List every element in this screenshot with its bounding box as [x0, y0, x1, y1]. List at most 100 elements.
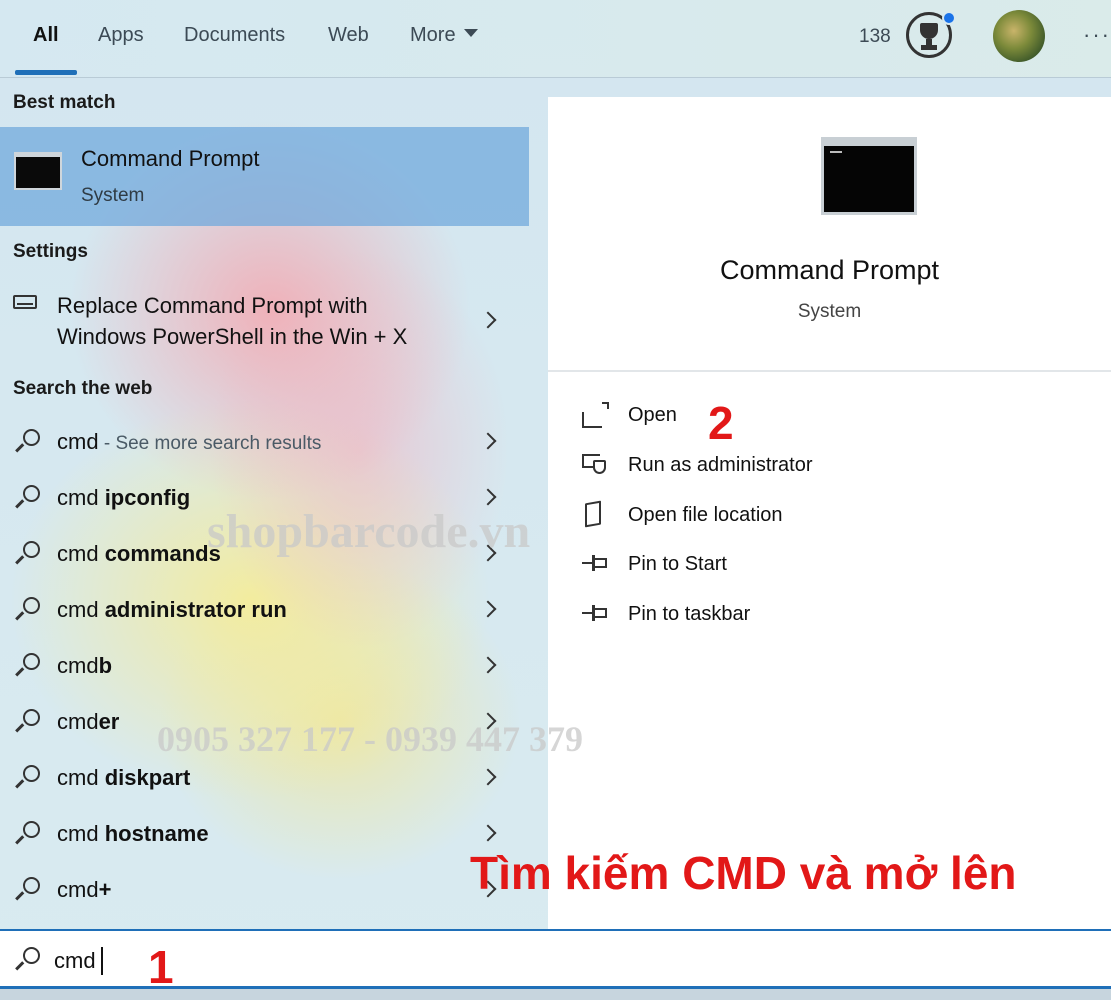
search-icon-handle	[15, 554, 24, 564]
best-match-subtitle: System	[81, 185, 145, 206]
tab-more[interactable]: More	[410, 24, 478, 47]
search-icon	[14, 541, 40, 567]
folder-icon	[582, 500, 608, 528]
watermark-site: shopbarcode.vn	[207, 505, 531, 558]
open-label: Open	[628, 404, 677, 426]
web-result-query: cmd	[57, 709, 99, 734]
tab-more-label: More	[410, 24, 456, 46]
open-file-location-label: Open file location	[628, 504, 783, 526]
open-action[interactable]: Open	[582, 400, 1002, 430]
web-result-item[interactable]: cmd - See more search results	[0, 415, 529, 467]
search-icon-handle	[15, 778, 24, 788]
chevron-right-icon[interactable]	[479, 488, 497, 506]
web-result-text: cmd hostname	[57, 821, 209, 847]
web-result-suggestion: er	[98, 709, 120, 734]
trophy-base	[921, 45, 937, 50]
preview-subtitle: System	[797, 301, 862, 322]
pin-icon-needle	[582, 612, 592, 614]
instruction-caption: Tìm kiếm CMD và mở lên	[470, 847, 1017, 899]
search-icon-ring	[23, 821, 40, 838]
chevron-right-icon[interactable]	[479, 311, 497, 329]
chevron-right-icon[interactable]	[479, 656, 497, 674]
web-result-suggestion: b	[98, 653, 113, 678]
search-tab-bar: All Apps Documents Web More 138 ···	[0, 0, 1111, 78]
web-result-text: cmd commands	[57, 541, 221, 567]
shield-icon	[582, 454, 608, 476]
search-icon-ring	[23, 877, 40, 894]
chevron-right-icon[interactable]	[479, 600, 497, 618]
command-prompt-large-icon	[821, 137, 917, 215]
search-icon-handle	[15, 442, 24, 452]
tab-web[interactable]: Web	[328, 24, 369, 47]
preview-divider	[548, 370, 1111, 372]
search-icon	[14, 821, 40, 847]
search-icon-handle	[15, 610, 24, 620]
pin-to-start-label: Pin to Start	[628, 553, 727, 575]
web-result-text: cmder	[57, 709, 119, 735]
web-result-text: cmd administrator run	[57, 597, 287, 623]
tab-documents[interactable]: Documents	[184, 24, 285, 47]
open-file-location-action[interactable]: Open file location	[582, 500, 1002, 530]
search-input[interactable]	[54, 941, 654, 981]
web-result-item[interactable]: cmd hostname	[0, 807, 529, 859]
pin-icon-body	[595, 608, 607, 618]
web-result-text: cmd - See more search results	[57, 429, 321, 455]
chevron-right-icon[interactable]	[479, 432, 497, 450]
settings-result-line1: Replace Command Prompt with	[57, 293, 368, 318]
tab-all[interactable]: All	[33, 24, 59, 47]
search-icon-handle	[15, 498, 24, 508]
web-result-item[interactable]: cmd administrator run	[0, 583, 529, 635]
web-result-query: cmd	[57, 653, 99, 678]
web-result-query: cmd	[57, 429, 99, 454]
search-icon	[14, 653, 40, 679]
settings-result-line2: Windows PowerShell in the Win + X	[57, 324, 408, 349]
search-icon	[14, 709, 40, 735]
web-result-item[interactable]: cmdb	[0, 639, 529, 691]
rewards-points: 138	[859, 26, 891, 47]
open-icon	[582, 402, 609, 428]
web-result-item[interactable]: cmd+	[0, 863, 529, 915]
web-result-text: cmd+	[57, 877, 111, 903]
web-result-query: cmd	[57, 541, 105, 566]
search-icon-ring	[23, 485, 40, 502]
more-options-icon[interactable]: ···	[1083, 22, 1111, 48]
text-cursor	[101, 947, 103, 975]
trophy-icon[interactable]	[906, 11, 956, 58]
open-icon-frame	[582, 412, 602, 428]
pin-icon	[582, 553, 608, 575]
search-icon	[14, 597, 40, 623]
web-result-text: cmd ipconfig	[57, 485, 190, 511]
web-result-suggestion: diskpart	[104, 765, 191, 790]
pin-to-taskbar-action[interactable]: Pin to taskbar	[582, 599, 1002, 629]
user-avatar[interactable]	[993, 10, 1045, 62]
search-icon-ring	[23, 947, 40, 964]
chevron-right-icon[interactable]	[479, 824, 497, 842]
shield-icon-shape	[593, 460, 606, 474]
pin-to-taskbar-label: Pin to taskbar	[628, 603, 751, 625]
search-icon-ring	[23, 429, 40, 446]
preview-title: Command Prompt	[719, 255, 940, 285]
web-result-suggestion: ipconfig	[104, 485, 191, 510]
pin-icon-body	[595, 558, 607, 568]
search-icon	[14, 877, 40, 903]
preview-pane: Command Prompt System Open Run as admini…	[548, 97, 1111, 929]
web-result-query: cmd	[57, 821, 105, 846]
search-icon-handle	[15, 834, 24, 844]
settings-result-item[interactable]: Replace Command Prompt with Windows Powe…	[0, 286, 529, 358]
best-match-item[interactable]: Command Prompt System	[0, 127, 529, 226]
search-icon-handle	[15, 960, 24, 970]
search-icon	[14, 429, 40, 455]
pin-to-start-action[interactable]: Pin to Start	[582, 549, 1002, 579]
keyboard-icon	[13, 295, 37, 309]
best-match-title: Command Prompt	[81, 146, 260, 171]
search-icon-handle	[15, 890, 24, 900]
run-as-admin-action[interactable]: Run as administrator	[582, 450, 1002, 480]
tab-apps[interactable]: Apps	[98, 24, 144, 47]
search-icon-handle	[15, 722, 24, 732]
search-icon-ring	[23, 597, 40, 614]
search-icon-ring	[23, 709, 40, 726]
command-prompt-icon	[14, 152, 62, 190]
chevron-right-icon[interactable]	[479, 768, 497, 786]
web-result-hint: - See more search results	[98, 433, 322, 454]
web-result-query: cmd	[57, 877, 99, 902]
